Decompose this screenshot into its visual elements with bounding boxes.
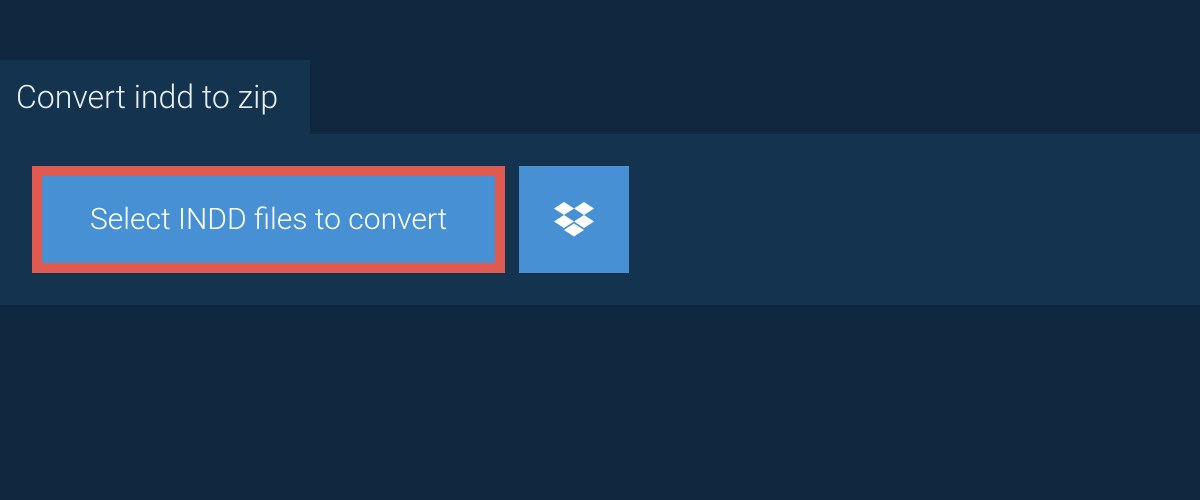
tab-header: Convert indd to zip xyxy=(0,60,310,134)
page-title: Convert indd to zip xyxy=(16,78,278,116)
select-files-button[interactable]: Select INDD files to convert xyxy=(32,166,505,273)
select-files-label: Select INDD files to convert xyxy=(90,202,447,237)
converter-panel: Select INDD files to convert xyxy=(0,134,1200,305)
dropbox-button[interactable] xyxy=(519,166,629,273)
button-row: Select INDD files to convert xyxy=(32,166,1168,273)
dropbox-icon xyxy=(554,202,594,238)
